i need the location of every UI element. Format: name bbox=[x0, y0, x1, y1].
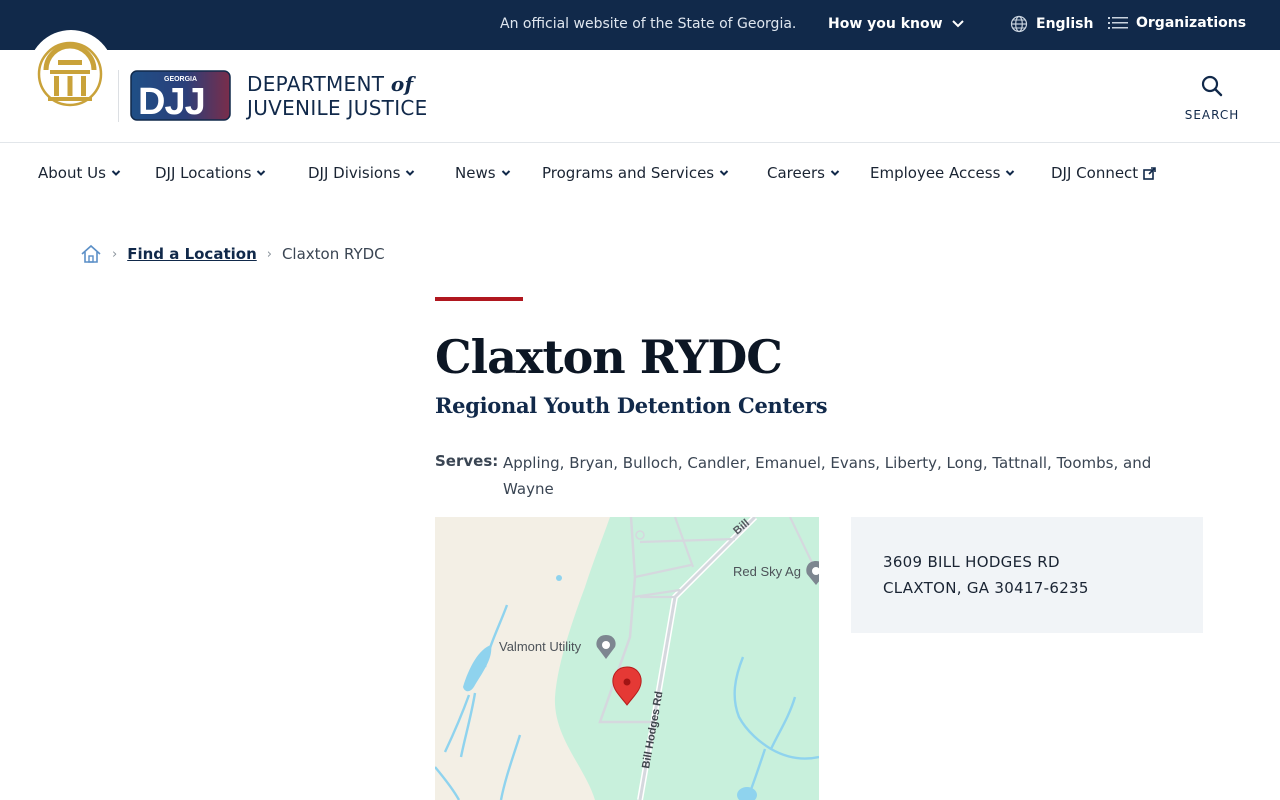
chevron-down-icon bbox=[257, 170, 266, 176]
language-selector[interactable]: English bbox=[1010, 15, 1093, 33]
nav-label: Careers bbox=[767, 164, 825, 182]
site-header: GEORGIA DJJ DEPARTMENT of JUVENILE JUSTI… bbox=[0, 30, 1280, 143]
map-poi-valmont-label: Valmont Utility bbox=[499, 639, 582, 654]
nav-about-us[interactable]: About Us bbox=[38, 164, 121, 182]
breadcrumb-current: Claxton RYDC bbox=[281, 245, 385, 263]
address-line1: 3609 BILL HODGES RD bbox=[883, 553, 1060, 571]
nav-careers[interactable]: Careers bbox=[767, 164, 840, 182]
dept-of: of bbox=[390, 72, 414, 96]
search-label: SEARCH bbox=[1184, 108, 1240, 122]
dept-line2: JUVENILE JUSTICE bbox=[247, 96, 428, 120]
nav-label: Employee Access bbox=[870, 164, 1001, 182]
nav-news[interactable]: News bbox=[455, 164, 511, 182]
official-website-text: An official website of the State of Geor… bbox=[500, 16, 797, 32]
chevron-down-icon bbox=[951, 20, 964, 28]
breadcrumb: › Find a Location › Claxton RYDC bbox=[80, 242, 385, 266]
chevron-down-icon bbox=[111, 170, 121, 176]
nav-label: DJJ Connect bbox=[1051, 164, 1139, 182]
map-stream-west bbox=[435, 604, 522, 800]
chevron-right-icon: › bbox=[266, 246, 272, 262]
main-navigation: About Us DJJ Locations DJJ Divisions New… bbox=[0, 143, 1280, 205]
organizations-link[interactable]: Organizations bbox=[1108, 15, 1246, 31]
location-map[interactable]: Bill Red Sky Ag Valmont Utility Bill Hod… bbox=[435, 517, 819, 800]
nav-djj-locations[interactable]: DJJ Locations bbox=[155, 164, 266, 182]
page-subtitle: Regional Youth Detention Centers bbox=[435, 393, 828, 418]
djj-logo[interactable]: GEORGIA DJJ bbox=[130, 70, 231, 121]
language-label: English bbox=[1036, 16, 1094, 32]
nav-djj-connect[interactable]: DJJ Connect bbox=[1051, 164, 1156, 182]
title-accent-bar bbox=[435, 297, 523, 301]
department-name[interactable]: DEPARTMENT of JUVENILE JUSTICE bbox=[247, 72, 428, 120]
nav-label: Programs and Services bbox=[542, 164, 715, 182]
djj-logo-text: DJJ bbox=[138, 81, 205, 121]
serves-label: Serves: bbox=[435, 452, 499, 470]
list-icon bbox=[1108, 17, 1128, 29]
chevron-down-icon bbox=[830, 170, 840, 176]
search-button[interactable]: SEARCH bbox=[1182, 74, 1242, 122]
search-icon bbox=[1201, 75, 1223, 97]
dept-line1: DEPARTMENT bbox=[247, 72, 385, 96]
map-pond-small bbox=[556, 575, 562, 581]
nav-label: News bbox=[455, 164, 496, 182]
nav-label: DJJ Divisions bbox=[308, 164, 401, 182]
how-you-know-toggle[interactable]: How you know bbox=[828, 16, 965, 32]
georgia-seal-icon bbox=[37, 41, 103, 107]
chevron-down-icon bbox=[719, 170, 729, 176]
serves-counties: Appling, Bryan, Bulloch, Candler, Emanue… bbox=[503, 454, 1152, 498]
official-site-banner: An official website of the State of Geor… bbox=[0, 0, 1280, 50]
nav-employee-access[interactable]: Employee Access bbox=[870, 164, 1015, 182]
nav-djj-divisions[interactable]: DJJ Divisions bbox=[308, 164, 415, 182]
map-poi-red-sky-label: Red Sky Ag bbox=[733, 564, 801, 579]
breadcrumb-find-location-link[interactable]: Find a Location bbox=[127, 245, 257, 263]
nav-programs-and-services[interactable]: Programs and Services bbox=[542, 164, 729, 182]
organizations-label: Organizations bbox=[1136, 15, 1247, 31]
map-canvas[interactable]: Bill Red Sky Ag Valmont Utility Bill Hod… bbox=[435, 517, 819, 800]
chevron-down-icon bbox=[1006, 170, 1015, 176]
external-link-icon bbox=[1143, 166, 1156, 180]
chevron-right-icon: › bbox=[112, 246, 118, 262]
how-you-know-label: How you know bbox=[828, 16, 943, 32]
nav-label: DJJ Locations bbox=[155, 164, 252, 182]
header-divider bbox=[118, 70, 119, 122]
address-line2: CLAXTON, GA 30417-6235 bbox=[883, 579, 1089, 597]
georgia-seal-logo[interactable] bbox=[28, 30, 114, 116]
globe-icon bbox=[1010, 15, 1028, 33]
nav-label: About Us bbox=[38, 164, 106, 182]
map-park-area bbox=[554, 517, 819, 800]
page-title: Claxton RYDC bbox=[435, 330, 783, 384]
chevron-down-icon bbox=[501, 170, 510, 176]
chevron-down-icon bbox=[406, 170, 415, 176]
home-icon[interactable] bbox=[80, 244, 102, 264]
address-card: 3609 BILL HODGES RD CLAXTON, GA 30417-62… bbox=[851, 517, 1203, 633]
map-pond bbox=[463, 645, 492, 692]
